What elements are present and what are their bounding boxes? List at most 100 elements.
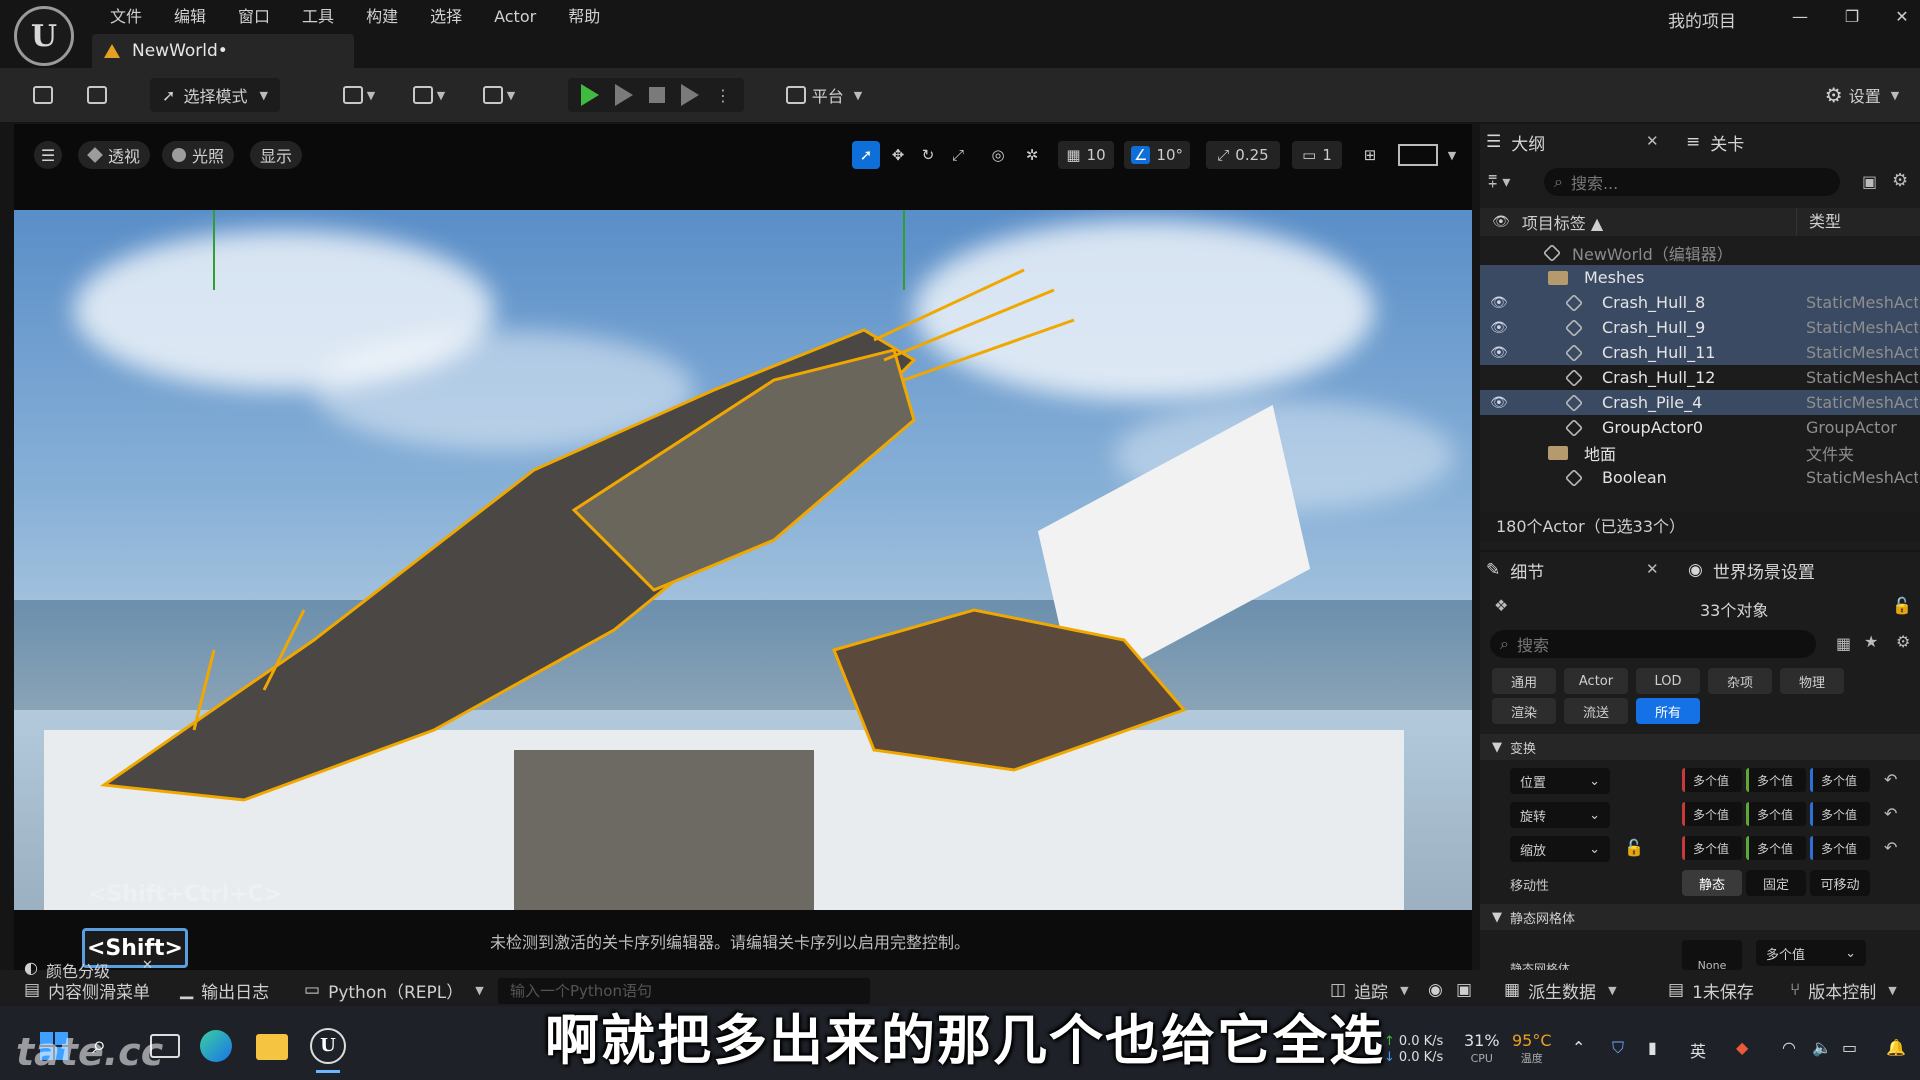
- filter-misc[interactable]: 杂项: [1708, 668, 1772, 694]
- add-folder-icon[interactable]: ▣: [1862, 172, 1877, 191]
- lighting-button[interactable]: 光照: [162, 141, 235, 169]
- select-mode-dropdown[interactable]: ➚ 选择模式 ▼: [150, 78, 280, 112]
- reset-rotation-icon[interactable]: ↶: [1884, 804, 1897, 823]
- close-details-icon[interactable]: ✕: [1646, 560, 1659, 578]
- restore-button[interactable]: ❐: [1832, 4, 1872, 30]
- bookmark-icon[interactable]: ▮: [1648, 1038, 1657, 1057]
- outliner-row[interactable]: Meshes: [1480, 265, 1920, 290]
- static-mesh-dropdown[interactable]: 多个值 ⌄: [1756, 940, 1866, 966]
- rotate-tool[interactable]: ↻: [914, 141, 942, 169]
- tray-expand-icon[interactable]: ⌃: [1572, 1038, 1585, 1057]
- details-search-input[interactable]: ⌕ 搜索: [1490, 630, 1816, 658]
- close-outliner-icon[interactable]: ✕: [1646, 132, 1659, 150]
- table-view-icon[interactable]: ▦: [1836, 634, 1851, 653]
- stop-icon[interactable]: [649, 87, 665, 103]
- world-local-toggle[interactable]: ◎: [984, 141, 1012, 169]
- outliner-settings-icon[interactable]: ⚙: [1892, 170, 1908, 191]
- mobility-movable[interactable]: 可移动: [1810, 870, 1870, 896]
- app-tray-icon[interactable]: ◆: [1736, 1038, 1748, 1057]
- source-control-dropdown[interactable]: ⑂ 版本控制 ▼: [1790, 978, 1897, 1003]
- camera-capture-icon[interactable]: ▣: [1456, 978, 1472, 1002]
- output-log-button[interactable]: ▁ 输出日志: [180, 978, 269, 1003]
- scale-tool[interactable]: ⤢: [944, 141, 972, 169]
- play-icon[interactable]: [581, 84, 599, 106]
- scale-y[interactable]: 多个值: [1746, 836, 1806, 860]
- python-console-dropdown[interactable]: ▭ Python（REPL） ▼: [304, 978, 484, 1003]
- show-button[interactable]: 显示: [250, 141, 303, 169]
- crash-pile[interactable]: [831, 608, 1187, 772]
- edge-icon[interactable]: [200, 1030, 232, 1062]
- favorite-icon[interactable]: ★: [1864, 632, 1878, 651]
- scale-snap-button[interactable]: ⤢ 0.25: [1206, 141, 1280, 169]
- filter-lod[interactable]: LOD: [1636, 668, 1700, 694]
- levels-tab[interactable]: ≡ 关卡: [1686, 124, 1806, 160]
- static-mesh-thumbnail[interactable]: None: [1682, 940, 1742, 970]
- unsaved-button[interactable]: ▤ 1未保存: [1668, 978, 1754, 1003]
- wifi-icon[interactable]: ◠: [1782, 1038, 1796, 1057]
- visibility-eye-icon[interactable]: 👁: [1490, 395, 1508, 411]
- rotation-y[interactable]: 多个值: [1746, 802, 1806, 826]
- visibility-eye-icon[interactable]: 👁: [1490, 345, 1508, 361]
- location-y[interactable]: 多个值: [1746, 768, 1806, 792]
- step-icon[interactable]: [615, 84, 633, 106]
- menu-edit[interactable]: 编辑: [158, 4, 222, 30]
- close-window-button[interactable]: ✕: [1882, 4, 1920, 30]
- platform-dropdown[interactable]: 平台 ▼: [782, 78, 866, 112]
- select-tool[interactable]: ➚: [852, 141, 880, 169]
- unreal-logo[interactable]: U: [14, 6, 74, 66]
- label-column-header[interactable]: 项目标签 ▲: [1522, 210, 1603, 234]
- perspective-button[interactable]: 透视: [78, 141, 151, 169]
- details-settings-icon[interactable]: ⚙: [1896, 632, 1910, 651]
- rotation-z[interactable]: 多个值: [1810, 802, 1870, 826]
- scale-dropdown[interactable]: 缩放 ⌄: [1510, 836, 1610, 862]
- filter-icon[interactable]: ⩱ ▾: [1488, 172, 1510, 192]
- rotation-snap-button[interactable]: ∠ 10°: [1124, 141, 1190, 169]
- outliner-row[interactable]: 👁 Crash_Hull_11 StaticMeshActor: [1480, 340, 1920, 365]
- outliner-row[interactable]: Crash_Hull_12 StaticMeshActor: [1480, 365, 1920, 390]
- ime-indicator[interactable]: 英: [1690, 1038, 1706, 1062]
- cinematics-button[interactable]: ▼: [474, 78, 524, 112]
- volume-icon[interactable]: 🔈: [1812, 1038, 1832, 1057]
- viewport-layout-button[interactable]: ▼: [1392, 141, 1462, 169]
- file-explorer-icon[interactable]: [256, 1034, 288, 1060]
- notification-icon[interactable]: 🔔: [1886, 1038, 1906, 1057]
- menu-actor[interactable]: Actor: [478, 4, 552, 30]
- filter-physics[interactable]: 物理: [1780, 668, 1844, 694]
- maximize-viewport-button[interactable]: ⊞: [1356, 141, 1384, 169]
- outliner-row[interactable]: Boolean StaticMeshActor: [1480, 465, 1920, 490]
- filter-all[interactable]: 所有: [1636, 698, 1700, 724]
- outliner-row[interactable]: NewWorld（编辑器）: [1480, 240, 1920, 265]
- level-tab[interactable]: NewWorld•: [92, 34, 354, 68]
- outliner-row[interactable]: 地面 文件夹: [1480, 440, 1920, 465]
- save-button[interactable]: [26, 78, 60, 112]
- location-x[interactable]: 多个值: [1682, 768, 1742, 792]
- viewport-scene[interactable]: [14, 210, 1472, 910]
- outliner-row[interactable]: 👁 Crash_Pile_4 StaticMeshActor: [1480, 390, 1920, 415]
- menu-build[interactable]: 构建: [350, 4, 414, 30]
- battery-icon[interactable]: ▭: [1842, 1038, 1857, 1057]
- grid-snap-button[interactable]: ▦ 10: [1058, 141, 1114, 169]
- filter-actor[interactable]: Actor: [1564, 668, 1628, 694]
- outliner-row[interactable]: 👁 Crash_Hull_9 StaticMeshActor: [1480, 315, 1920, 340]
- eject-icon[interactable]: [681, 84, 699, 106]
- location-dropdown[interactable]: 位置 ⌄: [1510, 768, 1610, 794]
- reset-scale-icon[interactable]: ↶: [1884, 838, 1897, 857]
- reset-location-icon[interactable]: ↶: [1884, 770, 1897, 789]
- outliner-search-input[interactable]: ⌕ 搜索...: [1544, 168, 1840, 196]
- close-icon[interactable]: ✕: [142, 958, 153, 982]
- surface-snap-toggle[interactable]: ✲: [1018, 141, 1046, 169]
- menu-help[interactable]: 帮助: [552, 4, 616, 30]
- ship-wreck[interactable]: [14, 210, 1472, 910]
- filter-rendering[interactable]: 渲染: [1492, 698, 1556, 724]
- location-z[interactable]: 多个值: [1810, 768, 1870, 792]
- outliner-row[interactable]: GroupActor0 GroupActor: [1480, 415, 1920, 440]
- filter-streaming[interactable]: 流送: [1564, 698, 1628, 724]
- more-icon[interactable]: ⋮: [715, 86, 731, 105]
- viewport-menu-button[interactable]: ☰: [34, 141, 62, 169]
- blueprint-button[interactable]: ▼: [404, 78, 454, 112]
- unreal-taskbar-icon[interactable]: U: [310, 1028, 346, 1064]
- visibility-eye-icon[interactable]: 👁: [1490, 295, 1508, 311]
- mobility-stationary[interactable]: 固定: [1746, 870, 1806, 896]
- details-tab[interactable]: ✎ 细节: [1486, 552, 1666, 588]
- settings-button[interactable]: ⚙ 设置 ▼: [1818, 78, 1906, 112]
